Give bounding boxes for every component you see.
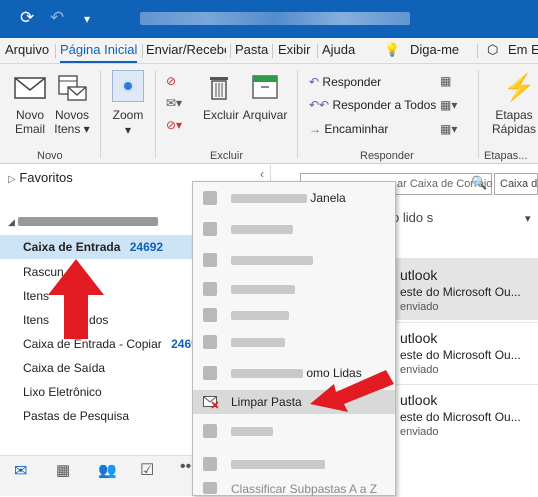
mail-icon[interactable]: ✉ — [14, 461, 27, 481]
more-icon[interactable]: ▦▾ — [440, 122, 457, 136]
folder-icon — [203, 282, 217, 296]
folder-icon — [203, 335, 217, 349]
folder-icon — [203, 222, 217, 236]
window-icon — [203, 191, 217, 205]
unread-count: 24692 — [129, 240, 164, 254]
filter-unread[interactable]: o lido s — [392, 210, 433, 225]
tab-pagina-inicial[interactable]: Página Inicial — [60, 42, 138, 63]
reply-all-button[interactable]: ↶↶ Responder a Todos — [309, 98, 436, 112]
archive-icon — [252, 75, 278, 99]
people-icon[interactable]: 👥 — [98, 461, 117, 479]
mail-subject: este do Microsoft Ou... — [400, 348, 521, 362]
reply-button[interactable]: ↶ Responder — [309, 75, 381, 89]
undo-icon[interactable]: ↶ — [50, 8, 64, 28]
folder-inbox-copy[interactable]: Caixa de Entrada - Copiar 2469 — [23, 337, 198, 351]
red-pointer-arrow — [310, 370, 394, 412]
folder-junk[interactable]: Lixo Eletrônico — [23, 385, 102, 399]
search-icon[interactable]: 🔍 — [471, 175, 487, 191]
folder-inbox-label: Caixa de Entrada 24692 — [23, 240, 164, 254]
folder-search[interactable]: Pastas de Pesquisa — [23, 409, 129, 423]
folder-icon — [203, 308, 217, 322]
account-name-blurred — [18, 217, 159, 227]
forward-icon: → — [309, 122, 321, 136]
tab-exibir[interactable]: Exibir — [278, 42, 311, 57]
favorite-icon — [203, 457, 217, 471]
mail-from: utlook — [400, 330, 438, 346]
collapse-pane-icon[interactable]: ‹ — [260, 167, 264, 181]
new-email-button[interactable]: Novo Email — [8, 108, 52, 136]
chevron-right-icon: ▷ — [8, 174, 16, 185]
window-title-blurred — [140, 12, 410, 25]
archive-button[interactable]: Arquivar — [240, 108, 290, 122]
menu-item-blurred[interactable] — [193, 248, 395, 272]
menu-item-blurred[interactable] — [193, 277, 395, 301]
menu-item-blurred[interactable] — [193, 330, 395, 354]
reply-icon: ↶ — [309, 75, 320, 89]
tab-ajuda[interactable]: Ajuda — [322, 42, 355, 57]
mail-meta: enviado — [400, 301, 439, 313]
meeting-icon[interactable]: ▦ — [440, 74, 451, 88]
chevron-down-icon: ▾ — [83, 122, 90, 136]
favorites-item[interactable]: ▷ Favoritos — [8, 170, 73, 185]
mail-from: utlook — [400, 392, 438, 408]
mail-from: utlook — [400, 267, 438, 283]
zoom-icon — [112, 70, 144, 102]
menu-item-open-new-window[interactable]: Janela — [193, 186, 395, 210]
envelope-open-icon — [203, 366, 217, 380]
tab-pasta[interactable]: Pasta — [235, 42, 268, 57]
zoom-button[interactable]: Zoom — [108, 108, 148, 122]
lightbulb-icon: 💡 — [384, 42, 401, 57]
group-etapas-label: Etapas... — [484, 150, 528, 162]
chevron-down-icon: ◢ — [8, 217, 15, 227]
calendar-icon[interactable]: ▦ — [56, 461, 70, 479]
menu-item-sort-subfolders[interactable]: Classificar Subpastas A a Z — [193, 479, 395, 497]
context-menu: Janela omo Lidas Limpar Pasta Classifica… — [192, 181, 396, 496]
cleanup-icon[interactable]: ✉▾ — [166, 96, 182, 110]
menu-item-delete-folder[interactable] — [193, 419, 395, 443]
group-novo-label: Novo — [37, 150, 63, 162]
menu-item-blurred[interactable] — [193, 452, 395, 476]
menu-item-blurred[interactable] — [193, 303, 395, 327]
delete-button[interactable]: Excluir — [200, 108, 242, 122]
forward-button[interactable]: → Encaminhar — [309, 122, 388, 136]
quick-steps-button[interactable]: Etapas Rápidas — [486, 108, 538, 136]
folder-outbox[interactable]: Caixa de Saída — [23, 361, 105, 375]
cube-icon: ⬡ — [487, 42, 499, 57]
im-icon[interactable]: ▦▾ — [440, 98, 457, 112]
zoom-chevron-icon: ▾ — [124, 123, 132, 137]
mail-meta: enviado — [400, 364, 439, 376]
menu-item-blurred[interactable] — [193, 217, 395, 241]
ribbon-tabs: Arquivo Página Inicial Enviar/Receber Pa… — [0, 38, 538, 64]
tab-arquivo[interactable]: Arquivo — [5, 42, 49, 57]
search-scope-dropdown[interactable]: Caixa d — [494, 173, 538, 195]
group-excluir-label: Excluir — [210, 150, 244, 162]
tell-me-search[interactable]: Diga-me — [410, 42, 459, 57]
mail-subject: este do Microsoft Ou... — [400, 410, 521, 424]
quick-access-dropdown-icon[interactable]: ▾ — [84, 12, 90, 26]
tab-enviar-receber[interactable]: Enviar/Receber — [146, 42, 226, 57]
junk-icon[interactable]: ⊘▾ — [166, 118, 182, 132]
envelope-icon — [14, 77, 46, 99]
ignore-icon[interactable]: ⊘ — [166, 74, 176, 88]
trash-icon — [203, 424, 217, 438]
account-header[interactable]: ◢ — [8, 214, 159, 228]
group-responder-label: Responder — [360, 150, 414, 162]
sort-icon — [203, 482, 217, 494]
filter-chevron-icon[interactable]: ▾ — [525, 212, 531, 225]
tab-right[interactable]: Em E — [508, 42, 538, 57]
tasks-icon[interactable]: ☑ — [140, 460, 154, 480]
red-up-arrow — [48, 259, 104, 339]
lightning-icon: ⚡ — [503, 72, 536, 102]
trash-icon — [210, 77, 228, 100]
folder-icon — [203, 253, 217, 267]
new-items-button[interactable]: Novos Itens ▾ — [50, 108, 94, 136]
new-items-icon — [58, 75, 87, 101]
reply-all-icon: ↶↶ — [309, 98, 330, 112]
clear-folder-icon — [203, 396, 219, 409]
mail-subject: este do Microsoft Ou... — [400, 285, 521, 299]
folder-sent[interactable]: Itens — [23, 289, 49, 303]
sync-icon[interactable]: ⟳ — [20, 8, 34, 28]
mail-meta: enviado — [400, 426, 439, 438]
title-bar: ⟳ ↶ ▾ — [0, 0, 538, 38]
